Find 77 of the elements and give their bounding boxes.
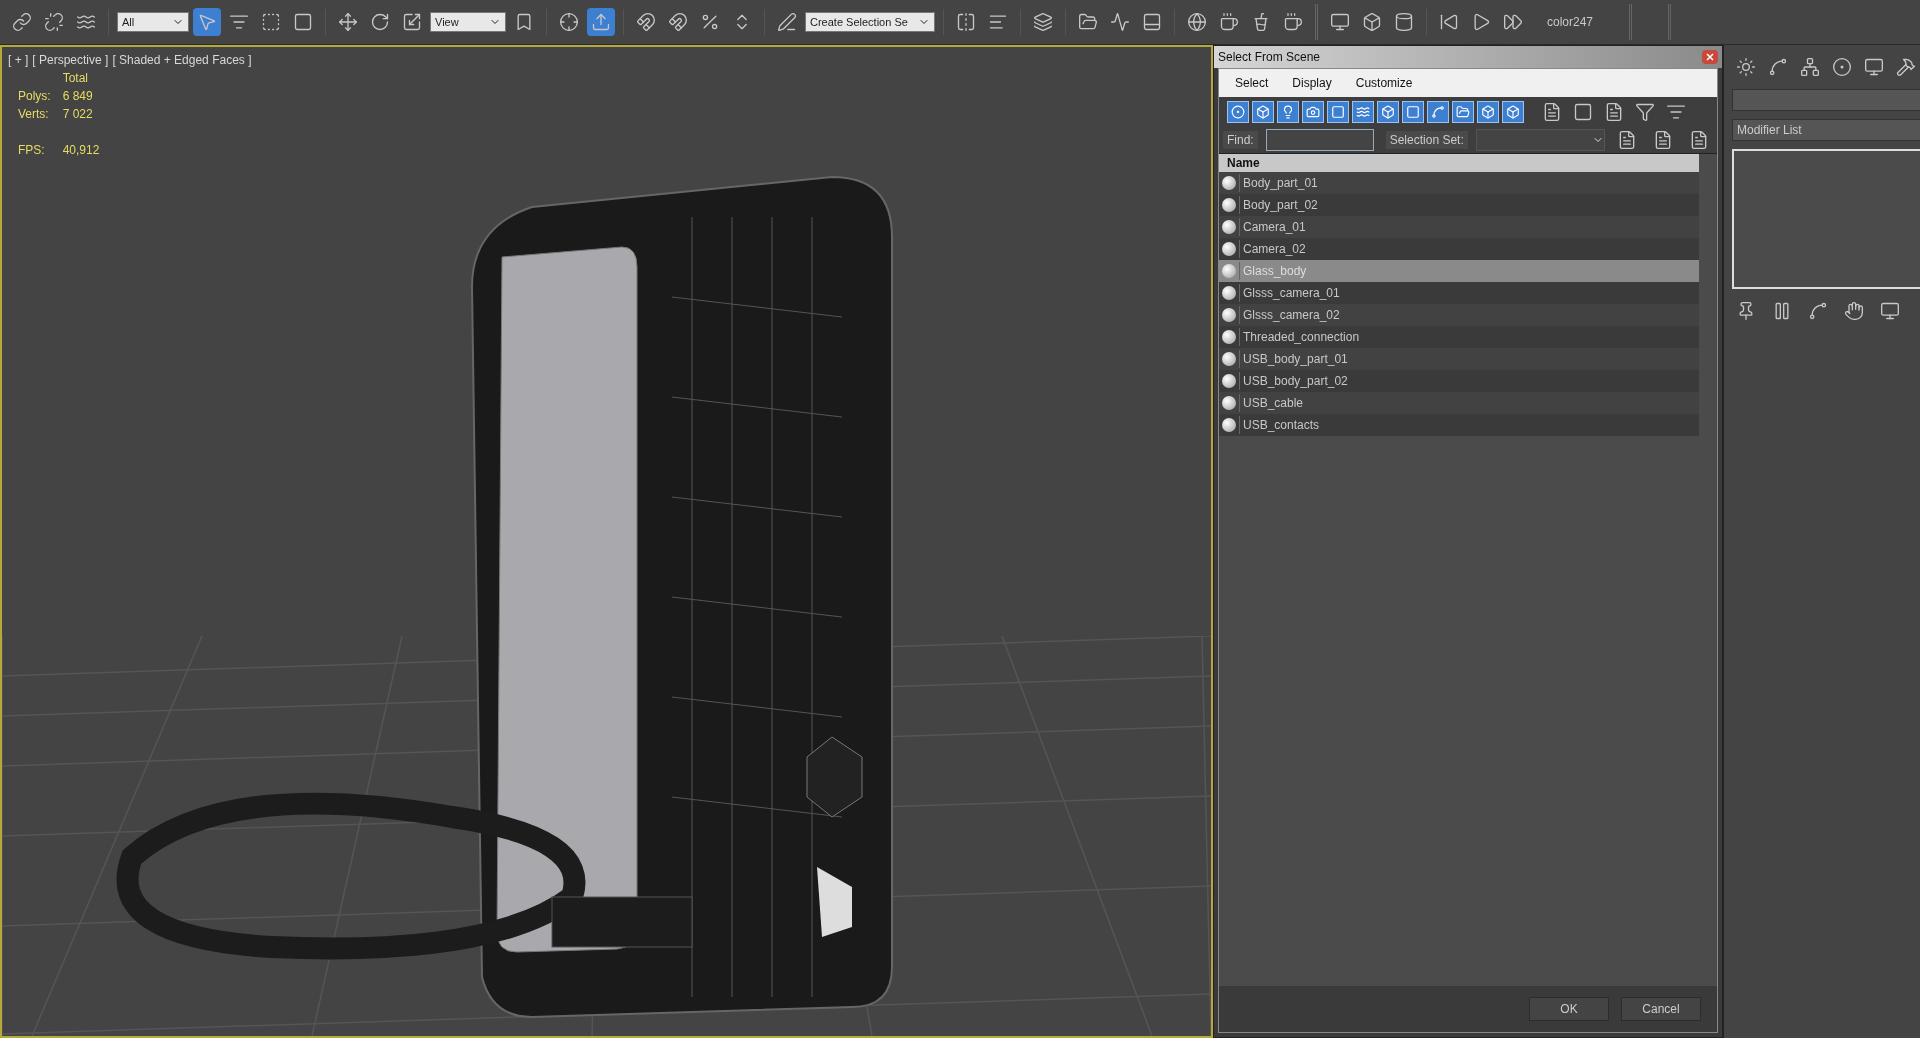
filter-toggle[interactable] <box>1377 101 1399 123</box>
stat-value: 40,912 <box>62 142 100 159</box>
object-row[interactable]: Glsss_camera_02 <box>1219 304 1699 326</box>
select-pointer-icon[interactable] <box>193 8 221 36</box>
find-label: Find: <box>1223 131 1258 149</box>
object-row[interactable]: Threaded_connection <box>1219 326 1699 348</box>
object-name: USB_body_part_01 <box>1239 350 1348 368</box>
filter-toggle[interactable] <box>1502 101 1524 123</box>
object-name: Camera_01 <box>1239 218 1306 236</box>
filter-toggle[interactable] <box>1327 101 1349 123</box>
cube-icon <box>1481 105 1495 119</box>
reference-dropdown[interactable]: View <box>430 12 506 32</box>
filter-toggle[interactable] <box>1277 101 1299 123</box>
object-name: USB_cable <box>1239 394 1304 412</box>
object-name: Threaded_connection <box>1239 328 1360 346</box>
viewport-label[interactable]: [ Perspective ] <box>32 51 109 69</box>
sphere-icon <box>1231 105 1245 119</box>
name-column-header[interactable]: Name <box>1219 154 1699 172</box>
filter-toggle[interactable] <box>1402 101 1424 123</box>
lightbulb-icon <box>1281 105 1295 119</box>
cube-icon <box>1506 105 1520 119</box>
stats-header: Total <box>62 70 90 87</box>
waves-icon <box>1356 105 1370 119</box>
cube-icon <box>1381 105 1395 119</box>
toolbar-label: color247 <box>1547 14 1594 31</box>
close-button[interactable] <box>1702 50 1718 64</box>
menu-item[interactable]: Customize <box>1355 74 1413 92</box>
object-row[interactable]: Body_part_02 <box>1219 194 1699 216</box>
filter-toggle[interactable] <box>1427 101 1449 123</box>
curve-icon <box>1431 105 1445 119</box>
object-row[interactable]: Body_part_01 <box>1219 172 1699 194</box>
modifier-list-dropdown[interactable]: Modifier List <box>1732 119 1920 141</box>
object-row[interactable]: USB_cable <box>1219 392 1699 414</box>
object-row[interactable]: Glsss_camera_01 <box>1219 282 1699 304</box>
dialog-title: Select From Scene <box>1218 49 1321 66</box>
find-field[interactable] <box>1265 129 1374 151</box>
stat-label: Polys: <box>18 88 51 105</box>
object-row[interactable]: USB_contacts <box>1219 414 1699 436</box>
upload-icon[interactable] <box>587 8 615 36</box>
object-name: Camera_02 <box>1239 240 1306 258</box>
object-row[interactable]: Camera_01 <box>1219 216 1699 238</box>
viewport-label[interactable]: [ Shaded + Edged Faces ] <box>112 51 252 69</box>
object-row[interactable]: USB_body_part_02 <box>1219 370 1699 392</box>
object-name: Glsss_camera_02 <box>1239 306 1340 324</box>
object-name: USB_contacts <box>1239 416 1320 434</box>
dialog-button[interactable]: OK <box>1529 997 1609 1021</box>
selection-set-dropdown[interactable]: Create Selection Se <box>805 12 935 32</box>
object-row[interactable]: USB_body_part_01 <box>1219 348 1699 370</box>
stat-label: Verts: <box>18 106 50 123</box>
stat-value: 6 849 <box>62 88 94 105</box>
filter-toggle[interactable] <box>1352 101 1374 123</box>
square-icon <box>1331 105 1345 119</box>
filter-toggle[interactable] <box>1227 101 1249 123</box>
object-name: USB_body_part_02 <box>1239 372 1348 390</box>
filter-toggle[interactable] <box>1252 101 1274 123</box>
object-name: Body_part_01 <box>1239 174 1318 192</box>
selection-filter-dropdown[interactable]: All <box>117 12 189 32</box>
object-name-field[interactable] <box>1732 89 1920 111</box>
object-name: Glsss_camera_01 <box>1239 284 1340 302</box>
stat-label: FPS: <box>18 142 46 159</box>
square-icon <box>1406 105 1420 119</box>
object-name: Glass_body <box>1239 262 1307 280</box>
cube-icon <box>1256 105 1270 119</box>
object-row[interactable]: Camera_02 <box>1219 238 1699 260</box>
close-icon <box>1706 53 1714 61</box>
folder-icon <box>1456 105 1470 119</box>
dialog-button[interactable]: Cancel <box>1621 997 1701 1021</box>
menu-item[interactable]: Select <box>1235 74 1269 92</box>
stat-value: 7 022 <box>62 106 94 123</box>
object-name: Body_part_02 <box>1239 196 1318 214</box>
menu-item[interactable]: Display <box>1292 74 1332 92</box>
filter-toggle[interactable] <box>1477 101 1499 123</box>
filter-toggle[interactable] <box>1302 101 1324 123</box>
selection-set-label: Selection Set: <box>1385 131 1468 149</box>
filter-toggle[interactable] <box>1452 101 1474 123</box>
viewport-label[interactable]: [ + ] <box>8 51 29 69</box>
camera-icon <box>1306 105 1320 119</box>
